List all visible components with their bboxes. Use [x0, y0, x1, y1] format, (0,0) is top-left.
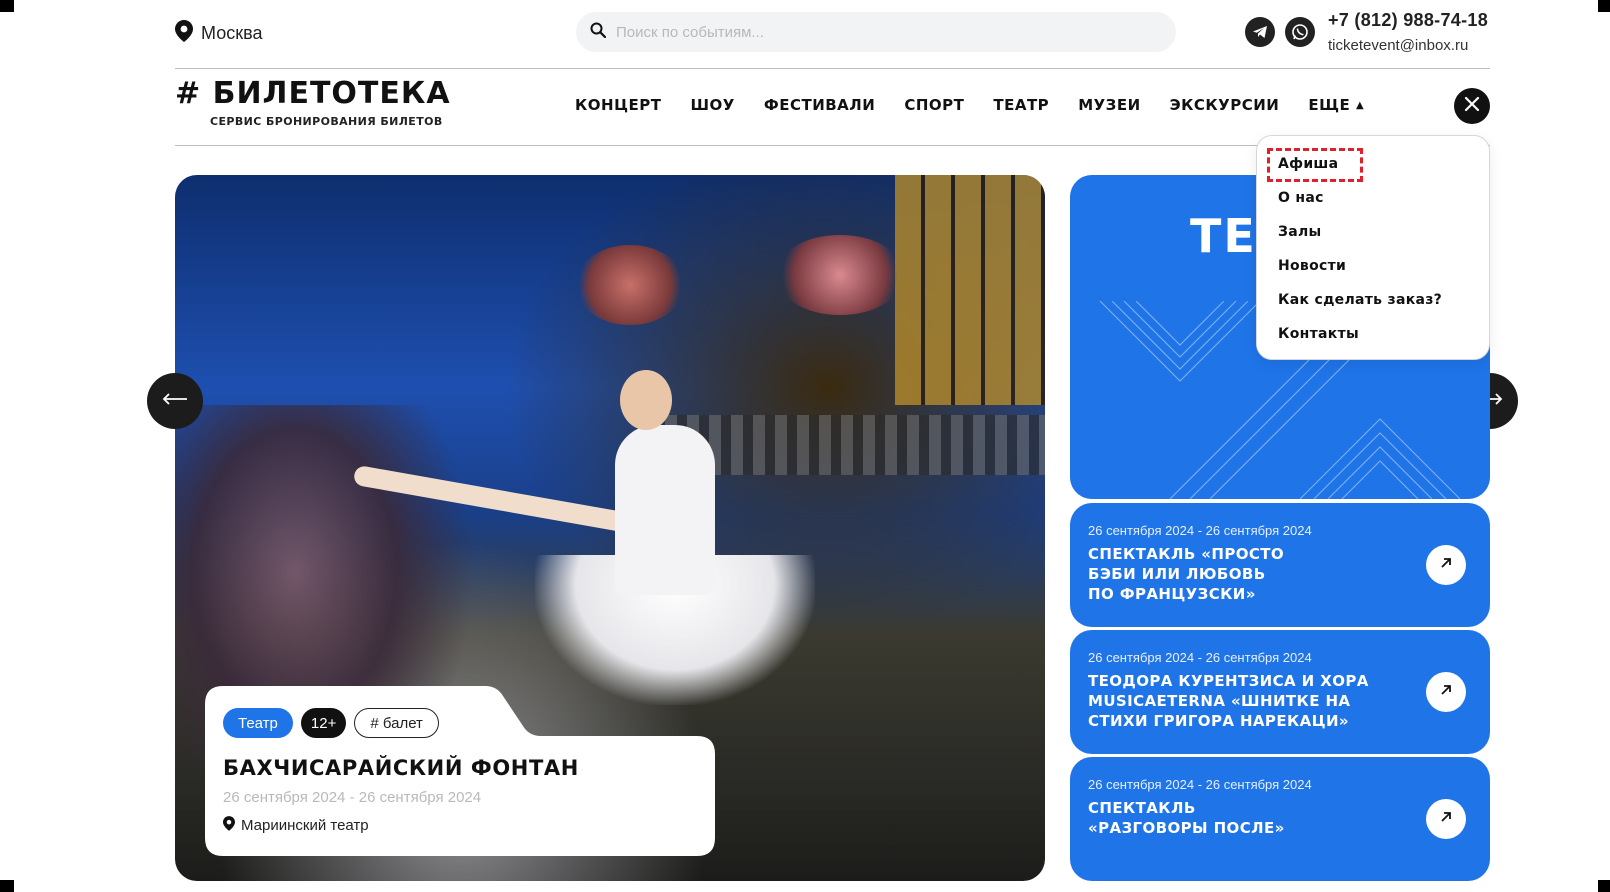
- telegram-icon[interactable]: [1245, 17, 1275, 47]
- header-divider-top: [175, 68, 1490, 69]
- side-event-card[interactable]: 26 сентября 2024 - 26 сентября 2024 ТЕОД…: [1070, 630, 1490, 754]
- location-pin-icon: [175, 20, 193, 47]
- main-nav: КОНЦЕРТ ШОУ ФЕСТИВАЛИ СПОРТ ТЕАТР МУЗЕИ …: [575, 96, 1364, 114]
- dropdown-item-contacts[interactable]: Контакты: [1278, 326, 1359, 342]
- arrow-left-icon: [162, 392, 188, 410]
- tag-genre[interactable]: # балет: [354, 708, 439, 738]
- hero-tags: Театр 12+ # балет: [223, 708, 439, 738]
- nav-item-more[interactable]: ЕЩЕ ▲: [1308, 96, 1364, 114]
- arrow-up-right-icon: [1439, 556, 1453, 575]
- hero-event-venue: Мариинский театр: [223, 816, 369, 835]
- hero-event-card[interactable]: Театр 12+ # балет БАХЧИСАРАЙСКИЙ ФОНТАН …: [205, 686, 715, 856]
- dropdown-item-halls[interactable]: Залы: [1278, 224, 1322, 240]
- location-pin-icon: [223, 816, 235, 835]
- nav-item-show[interactable]: ШОУ: [690, 96, 734, 114]
- side-event-title: СПЕКТАКЛЬ «РАЗГОВОРЫ ПОСЛЕ»: [1088, 799, 1285, 837]
- nav-item-theatre[interactable]: ТЕАТР: [993, 96, 1049, 114]
- city-selector[interactable]: Москва: [175, 20, 262, 47]
- open-event-button[interactable]: [1426, 545, 1466, 585]
- nav-more-label: ЕЩЕ: [1308, 96, 1351, 114]
- hero-venue-label: Мариинский театр: [241, 817, 369, 834]
- search-input[interactable]: [616, 23, 1136, 41]
- city-label: Москва: [201, 23, 263, 43]
- side-event-card[interactable]: 26 сентября 2024 - 26 сентября 2024 СПЕК…: [1070, 757, 1490, 881]
- open-event-button[interactable]: [1426, 672, 1466, 712]
- email-address[interactable]: ticketevent@inbox.ru: [1328, 37, 1468, 54]
- arrow-up-right-icon: [1439, 683, 1453, 702]
- corner-mark-br: [1598, 880, 1610, 892]
- side-event-title: СПЕКТАКЛЬ «ПРОСТО БЭБИ ИЛИ ЛЮБОВЬ ПО ФРА…: [1088, 545, 1285, 603]
- tag-age-rating: 12+: [300, 708, 347, 738]
- hero-photo-window: [895, 175, 1045, 405]
- logo-subtitle: СЕРВИС БРОНИРОВАНИЯ БИЛЕТОВ: [210, 115, 443, 128]
- nav-item-sport[interactable]: СПОРТ: [904, 96, 964, 114]
- phone-number[interactable]: +7 (812) 988-74-18: [1328, 10, 1488, 31]
- hero-photo-dancer-head: [620, 370, 672, 430]
- close-menu-button[interactable]: [1454, 88, 1490, 124]
- hero-event-dates: 26 сентября 2024 - 26 сентября 2024: [223, 789, 482, 806]
- side-event-date: 26 сентября 2024 - 26 сентября 2024: [1088, 650, 1312, 665]
- dropdown-item-afisha[interactable]: Афиша: [1278, 156, 1338, 172]
- dropdown-item-news[interactable]: Новости: [1278, 258, 1346, 274]
- tag-category[interactable]: Театр: [223, 708, 293, 738]
- carousel-prev-button[interactable]: [147, 373, 203, 429]
- hero-event-title[interactable]: БАХЧИСАРАЙСКИЙ ФОНТАН: [223, 756, 579, 780]
- side-event-date: 26 сентября 2024 - 26 сентября 2024: [1088, 777, 1312, 792]
- close-icon: [1464, 96, 1480, 117]
- corner-mark-tl: [0, 0, 14, 12]
- open-event-button[interactable]: [1426, 799, 1466, 839]
- arrow-up-right-icon: [1439, 810, 1453, 829]
- hero-photo-dancer-body: [615, 425, 715, 595]
- search-bar[interactable]: [576, 12, 1176, 52]
- search-icon: [590, 22, 607, 43]
- hero-photo-flowers-left: [575, 245, 685, 325]
- corner-mark-bl: [0, 880, 14, 892]
- logo-title[interactable]: # БИЛЕТОТЕКА: [175, 76, 451, 111]
- side-event-date: 26 сентября 2024 - 26 сентября 2024: [1088, 523, 1312, 538]
- corner-mark-tr: [1598, 0, 1610, 12]
- hero-photo-flowers-right: [775, 235, 905, 315]
- dropdown-item-how-to-order[interactable]: Как сделать заказ?: [1278, 292, 1442, 308]
- side-event-card[interactable]: 26 сентября 2024 - 26 сентября 2024 СПЕК…: [1070, 503, 1490, 627]
- nav-item-museums[interactable]: МУЗЕИ: [1078, 96, 1140, 114]
- category-promo-text: ТЕ: [1190, 209, 1257, 263]
- chevron-up-icon: ▲: [1355, 100, 1365, 111]
- nav-item-concert[interactable]: КОНЦЕРТ: [575, 96, 661, 114]
- side-event-title: ТЕОДОРА КУРЕНТЗИСА И ХОРА MUSICAETERNA «…: [1088, 672, 1369, 730]
- dropdown-item-about[interactable]: О нас: [1278, 190, 1324, 206]
- more-dropdown-menu: Афиша О нас Залы Новости Как сделать зак…: [1256, 135, 1490, 360]
- nav-item-festivals[interactable]: ФЕСТИВАЛИ: [764, 96, 875, 114]
- whatsapp-icon[interactable]: [1285, 17, 1315, 47]
- nav-item-excursions[interactable]: ЭКСКУРСИИ: [1170, 96, 1280, 114]
